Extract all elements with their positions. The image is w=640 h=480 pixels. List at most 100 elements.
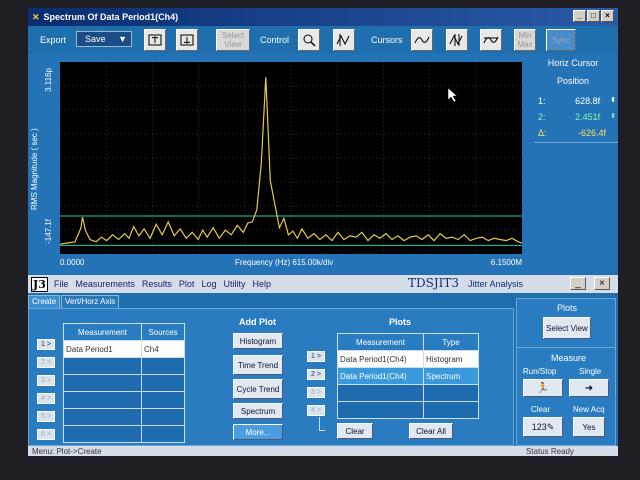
histogram-button[interactable]: Histogram bbox=[233, 333, 283, 349]
measurement-cell bbox=[63, 391, 142, 409]
zoom-in-icon[interactable] bbox=[144, 29, 166, 51]
status-menu-path: Menu: Plot->Create bbox=[32, 446, 102, 456]
source-cell bbox=[141, 357, 185, 375]
menu-results[interactable]: Results bbox=[142, 279, 172, 289]
y-max-label: 3.116p bbox=[44, 68, 53, 92]
measurement-row-3-button[interactable]: 3 > bbox=[37, 375, 55, 386]
measurement-row-4-button[interactable]: 4 > bbox=[37, 393, 55, 404]
menu-file[interactable]: File bbox=[54, 279, 69, 289]
measurement-row-2-button[interactable]: 2 > bbox=[37, 357, 55, 368]
source-cell: Ch4 bbox=[141, 340, 185, 358]
table-row[interactable]: Data Period1(Ch4) Spectrum bbox=[337, 367, 479, 385]
measurement-header: Measurement bbox=[63, 323, 142, 341]
cursor2-label: 2: bbox=[538, 112, 546, 122]
menu-measurements[interactable]: Measurements bbox=[75, 279, 135, 289]
minmax-button[interactable]: Min Max bbox=[514, 29, 536, 51]
cursor-wave-icon[interactable] bbox=[411, 29, 433, 51]
menu-log[interactable]: Log bbox=[201, 279, 216, 289]
single-button[interactable]: ➜ bbox=[569, 379, 609, 397]
plot-row-2-button[interactable]: 2 > bbox=[307, 369, 325, 380]
control-label: Control bbox=[260, 35, 290, 45]
table-row[interactable]: Data Period1(Ch4) Histogram bbox=[337, 350, 479, 368]
plot-measurement-cell bbox=[337, 384, 424, 402]
table-row[interactable] bbox=[63, 425, 185, 443]
cursors-label: Cursors bbox=[371, 35, 403, 45]
yes-button[interactable]: Yes bbox=[573, 417, 605, 437]
table-row[interactable] bbox=[63, 357, 185, 375]
spectrum-plot[interactable] bbox=[59, 62, 523, 254]
plot-measurement-cell: Data Period1(Ch4) bbox=[337, 350, 424, 368]
spinner-icon[interactable]: ⬍ bbox=[610, 112, 616, 122]
app-title: TDSJIT3 bbox=[408, 276, 460, 290]
menu-plot[interactable]: Plot bbox=[179, 279, 195, 289]
measurement-row-1-button[interactable]: 1 > bbox=[37, 339, 55, 350]
table-row[interactable] bbox=[337, 401, 479, 419]
table-row[interactable] bbox=[63, 391, 185, 409]
cursor-panel: Horiz Cursor Position 1: 628.8f ⬍ 2: 2.4… bbox=[528, 54, 618, 274]
cursor1-label: 1: bbox=[538, 96, 546, 106]
app-close-button[interactable]: × bbox=[594, 277, 610, 290]
plot-row-1-button[interactable]: 1 > bbox=[307, 351, 325, 362]
maximize-button[interactable]: □ bbox=[587, 10, 600, 22]
table-row[interactable] bbox=[63, 374, 185, 392]
tab-strip: Create Vert/Horz Axis bbox=[28, 295, 120, 309]
table-row[interactable] bbox=[63, 408, 185, 426]
export-select-value: Save bbox=[85, 34, 106, 44]
right-select-view-button[interactable]: Select View bbox=[543, 317, 591, 339]
cursor2-row[interactable]: 2: 2.451f ⬍ bbox=[538, 112, 616, 122]
clear-measure-button[interactable]: 123✎ bbox=[523, 417, 563, 437]
measurement-row-5-button[interactable]: 5 > bbox=[37, 411, 55, 422]
clear-all-plots-button[interactable]: Clear All bbox=[409, 423, 453, 439]
time-trend-button[interactable]: Time Trend bbox=[233, 355, 283, 375]
measurement-cell bbox=[63, 374, 142, 392]
plots-table: Measurement Type Data Period1(Ch4) Histo… bbox=[337, 333, 479, 419]
j3-logo: J3 bbox=[31, 276, 48, 292]
y-min-label: -147.1f bbox=[44, 219, 53, 244]
plot-toolbar: Export Save ▼ Select View Control Cursor… bbox=[28, 26, 618, 54]
tab-create[interactable]: Create bbox=[28, 295, 61, 309]
clear-plot-button[interactable]: Clear bbox=[337, 423, 373, 439]
select-view-button[interactable]: Select View bbox=[216, 29, 250, 51]
plots-measurement-header: Measurement bbox=[337, 333, 424, 351]
spinner-icon[interactable]: ⬍ bbox=[610, 96, 616, 106]
plot-type-cell: Histogram bbox=[423, 350, 479, 368]
close-button[interactable]: × bbox=[601, 10, 614, 22]
run-stop-button[interactable]: 🏃 bbox=[523, 379, 563, 397]
plot-row-3-button[interactable]: 3 > bbox=[307, 387, 325, 398]
measurement-row-6-button[interactable]: 6 > bbox=[37, 429, 55, 440]
plot-type-cell: Spectrum bbox=[423, 367, 479, 385]
x-max-label: 6.1500M bbox=[490, 258, 522, 267]
right-panel: Plots Select View Measure Run/Stop Singl… bbox=[516, 298, 616, 446]
cursor-vertical-icon[interactable] bbox=[446, 29, 468, 51]
app-subtitle: Jitter Analysis bbox=[468, 279, 524, 289]
waveform-control-icon[interactable] bbox=[333, 29, 355, 51]
measurement-cell bbox=[63, 357, 142, 375]
plots-type-header: Type bbox=[423, 333, 479, 351]
menu-help[interactable]: Help bbox=[252, 279, 271, 289]
tab-vert-horz-axis[interactable]: Vert/Horz Axis bbox=[61, 295, 120, 309]
zoom-out-icon[interactable] bbox=[176, 29, 198, 51]
plot-row-4-button[interactable]: 4 > bbox=[307, 405, 325, 416]
cursor1-row[interactable]: 1: 628.8f ⬍ bbox=[538, 96, 616, 106]
cursor-panel-title: Horiz Cursor bbox=[547, 58, 599, 68]
delta-label: Δ: bbox=[538, 128, 547, 138]
run-stop-label: Run/Stop bbox=[523, 367, 557, 376]
sync-button[interactable]: Sync bbox=[546, 29, 576, 51]
spectrum-chart bbox=[59, 62, 523, 254]
create-panel: 1 > 2 > 3 > 4 > 5 > 6 > Measurement Sour… bbox=[28, 308, 514, 446]
new-acq-label: New Acq bbox=[573, 405, 605, 414]
minimize-button[interactable]: _ bbox=[573, 10, 586, 22]
spectrum-button[interactable]: Spectrum bbox=[233, 403, 283, 419]
magnify-icon[interactable] bbox=[298, 29, 320, 51]
app-minimize-button[interactable]: _ bbox=[570, 277, 586, 290]
app-icon: ✕ bbox=[32, 11, 40, 22]
cycle-trend-button[interactable]: Cycle Trend bbox=[233, 379, 283, 399]
menu-utility[interactable]: Utility bbox=[223, 279, 245, 289]
table-row[interactable]: Data Period1 Ch4 bbox=[63, 340, 185, 358]
more-button[interactable]: More... bbox=[233, 424, 283, 440]
cursor1-value: 628.8f bbox=[575, 96, 601, 106]
cursor-horizontal-icon[interactable] bbox=[480, 29, 502, 51]
x-min-label: 0.0000 bbox=[60, 258, 85, 267]
table-row[interactable] bbox=[337, 384, 479, 402]
export-select[interactable]: Save ▼ bbox=[76, 31, 132, 47]
